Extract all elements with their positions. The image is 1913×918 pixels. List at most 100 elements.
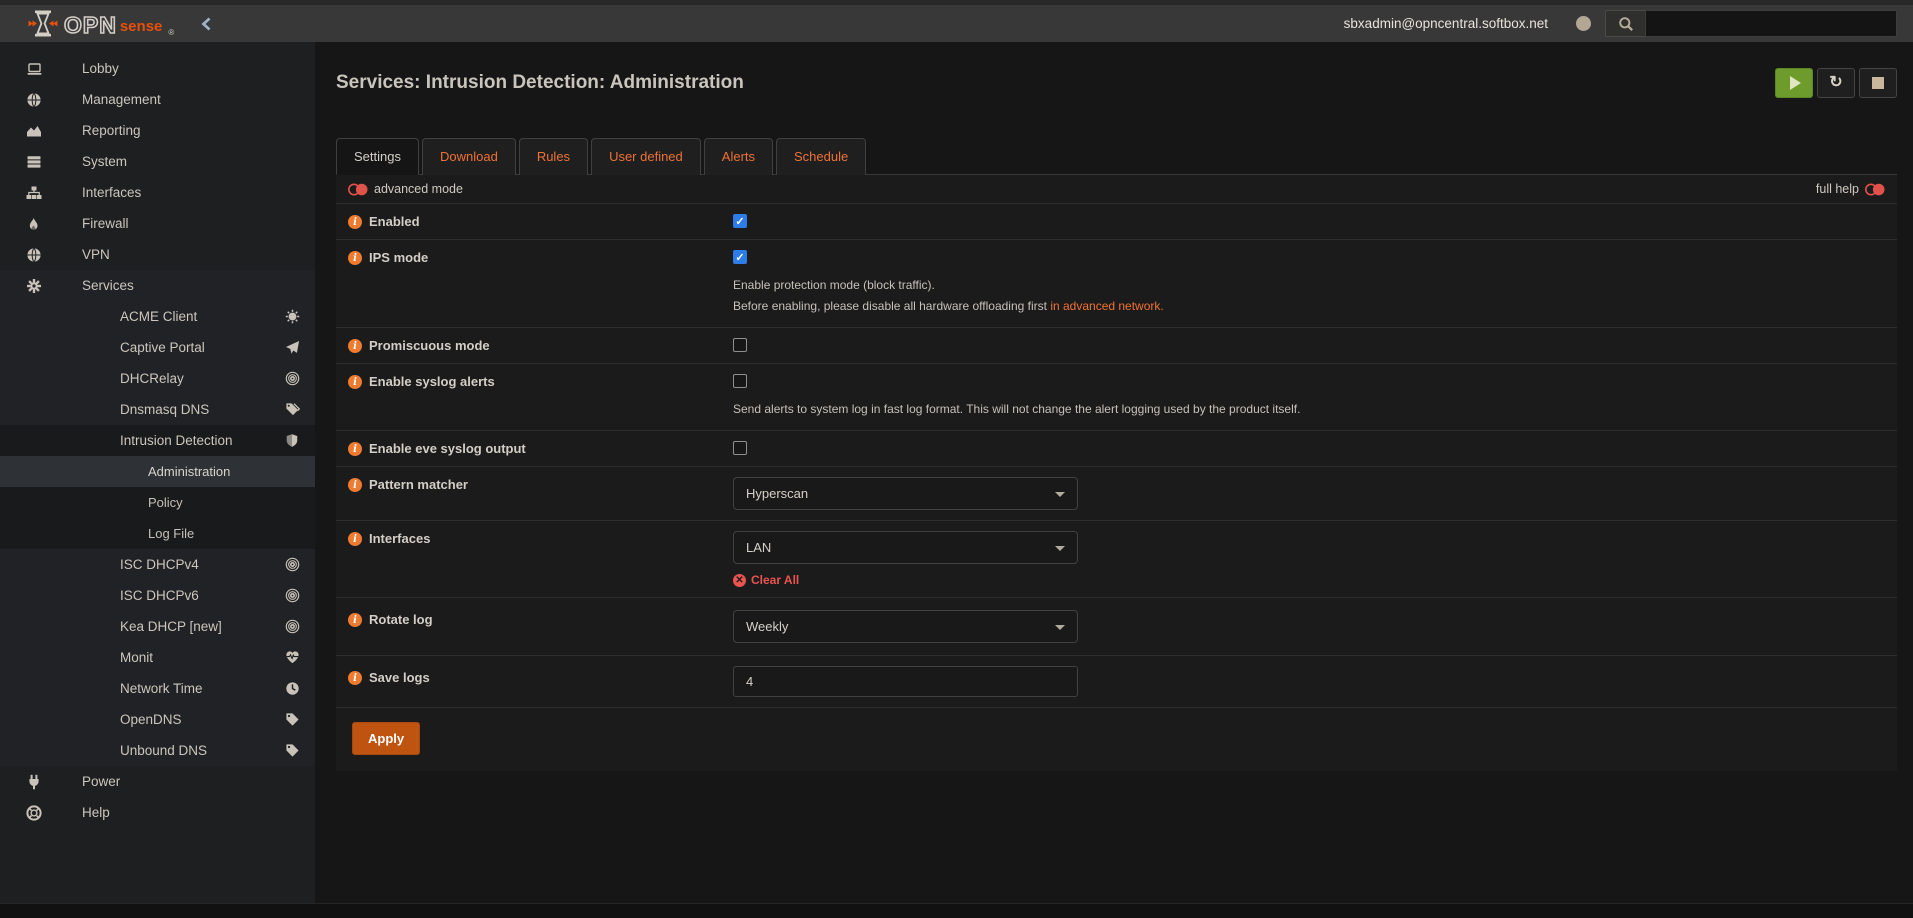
enabled-checkbox[interactable] <box>733 214 747 228</box>
status-dot[interactable] <box>1576 16 1591 31</box>
user-email[interactable]: sbxadmin@opncentral.softbox.net <box>1344 16 1548 31</box>
save-logs-input[interactable] <box>733 666 1078 697</box>
tab-schedule[interactable]: Schedule <box>776 138 866 175</box>
sidebar-item-interfaces[interactable]: Interfaces <box>0 177 315 208</box>
tab-rules[interactable]: Rules <box>519 138 588 175</box>
row-pattern-matcher: i Pattern matcher Hyperscan <box>336 467 1897 521</box>
syslog-alerts-help: Send alerts to system log in fast log fo… <box>733 399 1313 420</box>
tag-icon <box>285 743 301 758</box>
sidebar-item-captive-portal[interactable]: Captive Portal <box>0 332 315 363</box>
info-icon[interactable]: i <box>348 339 362 353</box>
bullseye-icon <box>285 619 301 634</box>
footer <box>0 903 1913 918</box>
promiscuous-mode-checkbox[interactable] <box>733 338 747 352</box>
info-icon[interactable]: i <box>348 671 362 685</box>
toggle-off-icon <box>348 183 368 196</box>
plug-icon <box>26 774 82 790</box>
sidebar-item-unbound-dns[interactable]: Unbound DNS <box>0 735 315 766</box>
info-icon[interactable]: i <box>348 375 362 389</box>
sidebar-item-kea-dhcp[interactable]: Kea DHCP [new] <box>0 611 315 642</box>
services-section: Services ACME Client Captive Portal DHCR… <box>0 270 315 766</box>
interfaces-select[interactable]: LAN <box>733 531 1078 564</box>
globe-icon <box>26 247 82 263</box>
bullseye-icon <box>285 557 301 572</box>
sidebar-item-monit[interactable]: Monit <box>0 642 315 673</box>
tab-settings[interactable]: Settings <box>336 138 419 175</box>
sidebar-collapse-button[interactable] <box>200 16 213 32</box>
sidebar-item-acme-client[interactable]: ACME Client <box>0 301 315 332</box>
main-content: Services: Intrusion Detection: Administr… <box>315 42 1913 903</box>
sidebar-item-log-file[interactable]: Log File <box>0 518 315 549</box>
stop-icon <box>1872 77 1884 89</box>
sidebar-item-firewall[interactable]: Firewall <box>0 208 315 239</box>
apply-button[interactable]: Apply <box>352 722 420 755</box>
tab-download[interactable]: Download <box>422 138 516 175</box>
sidebar-item-administration[interactable]: Administration <box>0 456 315 487</box>
bullseye-icon <box>285 371 301 386</box>
full-help-toggle[interactable]: full help <box>1816 182 1885 196</box>
sidebar-item-lobby[interactable]: Lobby <box>0 53 315 84</box>
pattern-matcher-select[interactable]: Hyperscan <box>733 477 1078 510</box>
row-enable-syslog-alerts: i Enable syslog alerts Send alerts to sy… <box>336 364 1897 431</box>
tab-user-defined[interactable]: User defined <box>591 138 701 175</box>
advanced-network-link[interactable]: in advanced network <box>1050 299 1160 313</box>
search-icon <box>1605 10 1645 37</box>
sidebar-item-power[interactable]: Power <box>0 766 315 797</box>
heart-pulse-icon <box>285 650 301 665</box>
advanced-mode-toggle[interactable]: advanced mode <box>348 182 463 196</box>
ips-help-line1: Enable protection mode (block traffic). <box>733 275 1313 296</box>
sidebar-item-isc-dhcpv4[interactable]: ISC DHCPv4 <box>0 549 315 580</box>
ips-help-line2: Before enabling, please disable all hard… <box>733 296 1313 317</box>
globe-icon <box>26 92 82 108</box>
rotate-log-select[interactable]: Weekly <box>733 610 1078 643</box>
tab-bar: Settings Download Rules User defined Ale… <box>336 138 1897 175</box>
sidebar-item-policy[interactable]: Policy <box>0 487 315 518</box>
restart-service-button[interactable]: ↻ <box>1817 68 1855 98</box>
info-icon[interactable]: i <box>348 251 362 265</box>
info-icon[interactable]: i <box>348 478 362 492</box>
info-icon[interactable]: i <box>348 215 362 229</box>
clear-all-button[interactable]: ✕ Clear All <box>733 573 1897 587</box>
sidebar: Lobby Management Reporting System Interf <box>0 42 315 903</box>
sidebar-item-system[interactable]: System <box>0 146 315 177</box>
row-enable-eve-syslog-output: i Enable eve syslog output <box>336 431 1897 467</box>
sidebar-item-intrusion-detection[interactable]: Intrusion Detection <box>0 425 315 456</box>
topbar: OPNsense® sbxadmin@opncentral.softbox.ne… <box>0 0 1913 42</box>
sidebar-item-isc-dhcpv6[interactable]: ISC DHCPv6 <box>0 580 315 611</box>
opnsense-logo-icon <box>28 10 58 37</box>
paper-plane-icon <box>285 340 301 355</box>
refresh-icon: ↻ <box>1829 75 1842 91</box>
search-input[interactable] <box>1645 10 1897 37</box>
ips-mode-checkbox[interactable] <box>733 250 747 264</box>
sidebar-item-network-time[interactable]: Network Time <box>0 673 315 704</box>
info-icon[interactable]: i <box>348 532 362 546</box>
help-bar: advanced mode full help <box>336 175 1897 204</box>
sidebar-item-help[interactable]: Help <box>0 797 315 828</box>
registered-mark: ® <box>168 28 174 37</box>
shield-icon <box>285 433 301 448</box>
tab-alerts[interactable]: Alerts <box>704 138 773 175</box>
row-enabled: i Enabled <box>336 204 1897 240</box>
row-apply: Apply <box>336 708 1897 771</box>
eve-syslog-checkbox[interactable] <box>733 441 747 455</box>
sidebar-item-opendns[interactable]: OpenDNS <box>0 704 315 735</box>
sidebar-item-dnsmasq-dns[interactable]: Dnsmasq DNS <box>0 394 315 425</box>
info-icon[interactable]: i <box>348 613 362 627</box>
row-rotate-log: i Rotate log Weekly <box>336 598 1897 656</box>
sitemap-icon <box>26 185 82 201</box>
syslog-alerts-checkbox[interactable] <box>733 374 747 388</box>
brand-sense: sense <box>120 18 163 37</box>
start-service-button[interactable] <box>1775 68 1813 98</box>
info-icon[interactable]: i <box>348 442 362 456</box>
intrusion-detection-group: Intrusion Detection Administration Polic… <box>0 425 315 549</box>
stop-service-button[interactable] <box>1859 68 1897 98</box>
opnsense-logo[interactable]: OPNsense® <box>0 10 174 37</box>
sidebar-item-management[interactable]: Management <box>0 84 315 115</box>
row-save-logs: i Save logs <box>336 656 1897 708</box>
sidebar-item-reporting[interactable]: Reporting <box>0 115 315 146</box>
sidebar-item-dhcrelay[interactable]: DHCRelay <box>0 363 315 394</box>
sidebar-item-vpn[interactable]: VPN <box>0 239 315 270</box>
tags-icon <box>285 402 301 417</box>
sidebar-item-services[interactable]: Services <box>0 270 315 301</box>
laptop-icon <box>26 61 82 77</box>
